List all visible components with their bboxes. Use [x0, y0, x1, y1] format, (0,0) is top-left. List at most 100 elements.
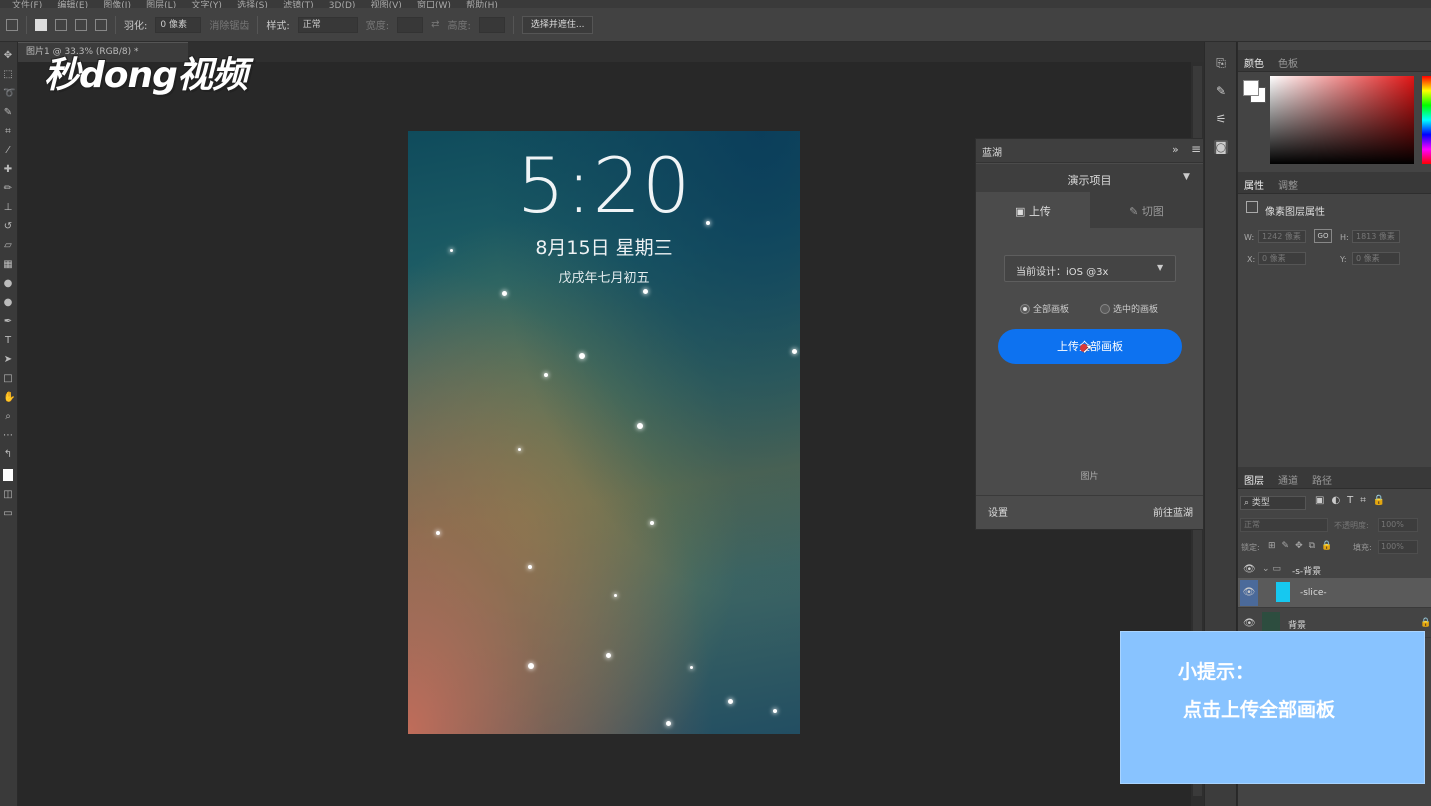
fill-field[interactable]: 100% [1378, 540, 1418, 554]
feather-input[interactable]: 0 像素 [155, 16, 202, 33]
lockscreen-date: 8月15日 星期三 [535, 237, 673, 259]
tab-paths[interactable]: 路径 [1312, 472, 1332, 487]
blend-mode-select[interactable]: 正常 [1240, 518, 1328, 532]
radio-selected-artboards[interactable]: 选中的画板 [1100, 302, 1158, 315]
artboard-lockscreen[interactable]: 5:20 8月15日 星期三 戊戌年七月初五 [408, 131, 800, 734]
marquee-tool-icon[interactable]: ⬚ [3, 70, 13, 80]
screen-mode-icon[interactable]: ▭ [3, 509, 13, 519]
type-tool-icon[interactable]: T [3, 336, 13, 346]
rectangle-tool-icon[interactable]: □ [3, 374, 13, 384]
menu-filter[interactable]: 滤镜(T) [283, 2, 314, 9]
crop-tool-icon[interactable]: ⌗ [3, 127, 13, 137]
y-label: Y: [1340, 255, 1347, 264]
move-tool-icon[interactable]: ✥ [3, 51, 13, 61]
history-brush-tool-icon[interactable]: ↺ [3, 222, 13, 232]
link-icon[interactable]: GO [1314, 229, 1332, 243]
color-panel-tabs: 颜色 色板 [1238, 50, 1431, 72]
layer-name: -slice- [1300, 588, 1327, 598]
more-tools-icon[interactable]: ⋯ [3, 431, 13, 441]
brush-tool-icon[interactable]: ✏ [3, 184, 13, 194]
lanhu-panel-title: 蓝湖 [982, 148, 1002, 159]
height-input[interactable] [478, 16, 505, 33]
goto-lanhu-link[interactable]: 前往蓝湖 [1153, 504, 1193, 519]
menu-layer[interactable]: 图层(L) [146, 2, 176, 9]
gradient-tool-icon[interactable]: ▦ [3, 260, 13, 270]
eye-icon[interactable]: 👁 [1243, 618, 1256, 629]
menu-select[interactable]: 选择(S) [237, 2, 268, 9]
new-selection-icon[interactable] [35, 18, 47, 31]
brush-settings-icon[interactable]: ✎ [1214, 84, 1228, 98]
select-and-mask-button[interactable]: 选择并遮住... [521, 15, 594, 34]
subtract-selection-icon[interactable] [75, 18, 87, 31]
eye-icon[interactable]: 👁 [1243, 564, 1256, 575]
tab-adjustments[interactable]: 调整 [1278, 177, 1298, 192]
add-selection-icon[interactable] [55, 18, 67, 31]
x-label: X: [1247, 255, 1256, 264]
pen-tool-icon[interactable]: ✒ [3, 317, 13, 327]
eye-icon[interactable]: 👁 [1240, 580, 1258, 606]
color-picker-field[interactable] [1270, 76, 1414, 164]
menu-edit[interactable]: 编辑(E) [57, 2, 88, 9]
menu-type[interactable]: 文字(Y) [191, 2, 222, 9]
lock-icon: 🔒 [1420, 618, 1431, 628]
menu-image[interactable]: 图像(I) [103, 2, 131, 9]
foreground-color-swatch[interactable] [1243, 80, 1259, 96]
tab-properties[interactable]: 属性 [1244, 177, 1264, 192]
settings-link[interactable]: 设置 [988, 504, 1008, 519]
layer-filter-select[interactable]: ⌕ 类型 [1240, 496, 1306, 510]
path-select-tool-icon[interactable]: ➤ [3, 355, 13, 365]
menu-file[interactable]: 文件(F) [12, 2, 42, 9]
x-field[interactable]: 0 像素 [1258, 252, 1306, 265]
design-select[interactable]: 当前设计：iOS @3x ▼ [1004, 255, 1176, 282]
foreground-color-swatch[interactable] [3, 469, 13, 481]
tab-swatches[interactable]: 色板 [1278, 55, 1298, 70]
lanhu-panel-header: 蓝湖 » ≡ [976, 139, 1203, 163]
dodge-tool-icon[interactable]: ● [3, 298, 13, 308]
stamp-tool-icon[interactable]: ⊥ [3, 203, 13, 213]
quick-mask-icon[interactable]: ◫ [3, 490, 13, 500]
menu-3d[interactable]: 3D(D) [329, 2, 356, 9]
layer-row[interactable]: 👁 -slice- [1238, 578, 1431, 608]
hand-tool-icon[interactable]: ✋ [3, 393, 15, 403]
healing-brush-tool-icon[interactable]: ✚ [3, 165, 13, 175]
lanhu-plugin-icon[interactable]: ◙ [1214, 140, 1228, 154]
radio-all-artboards[interactable]: 全部画板 [1020, 302, 1069, 315]
eyedropper-tool-icon[interactable]: ⁄ [3, 146, 13, 156]
tab-upload-label: 上传 [1028, 205, 1051, 218]
lockscreen-time: 5:20 [516, 141, 692, 230]
panel-menu-icon[interactable]: ≡ [1191, 142, 1201, 156]
lock-icons[interactable]: ⊞✎✥⧉🔒 [1268, 541, 1338, 551]
menu-window[interactable]: 窗口(W) [417, 2, 451, 9]
adjust-icon[interactable]: ⚟ [1214, 112, 1228, 126]
tab-upload[interactable]: ▣ 上传 [976, 192, 1090, 228]
swap-colors-icon[interactable]: ↰ [3, 450, 13, 460]
menu-view[interactable]: 视图(V) [371, 2, 402, 9]
tab-layers[interactable]: 图层 [1244, 472, 1264, 487]
blur-tool-icon[interactable]: ● [3, 279, 13, 289]
swap-icon[interactable]: ⇄ [431, 19, 439, 30]
style-label: 样式: [266, 21, 290, 32]
lanhu-panel: 蓝湖 » ≡ 演示项目 ▼ ▣ 上传 ✎ 切图 当前设计：iOS @3x ▼ 全… [975, 138, 1204, 530]
quick-select-tool-icon[interactable]: ✎ [3, 108, 13, 118]
eraser-tool-icon[interactable]: ▱ [3, 241, 13, 251]
history-icon[interactable]: ⎘ [1214, 56, 1228, 70]
width-input[interactable] [397, 16, 424, 33]
menu-help[interactable]: 帮助(H) [466, 2, 498, 9]
tab-slice[interactable]: ✎ 切图 [1090, 192, 1203, 228]
width-field[interactable]: 1242 像素 [1258, 230, 1306, 243]
intersect-selection-icon[interactable] [95, 18, 107, 31]
lasso-tool-icon[interactable]: ➰ [3, 89, 15, 99]
layer-filter-icons[interactable]: ▣◐T⌗🔒 [1315, 495, 1392, 506]
project-select[interactable]: 演示项目 ▼ [976, 164, 1203, 192]
zoom-tool-icon[interactable]: ⌕ [3, 412, 13, 422]
hue-slider[interactable] [1422, 76, 1431, 164]
antialias-checkbox[interactable]: 消除锯齿 [209, 17, 249, 32]
height-field[interactable]: 1813 像素 [1352, 230, 1400, 243]
style-select[interactable]: 正常 [297, 16, 358, 33]
marquee-tool-icon[interactable] [6, 18, 18, 31]
expand-icon[interactable]: » [1172, 143, 1179, 156]
tab-color[interactable]: 颜色 [1244, 55, 1264, 70]
opacity-field[interactable]: 100% [1378, 518, 1418, 532]
tab-channels[interactable]: 通道 [1278, 472, 1298, 487]
y-field[interactable]: 0 像素 [1352, 252, 1400, 265]
